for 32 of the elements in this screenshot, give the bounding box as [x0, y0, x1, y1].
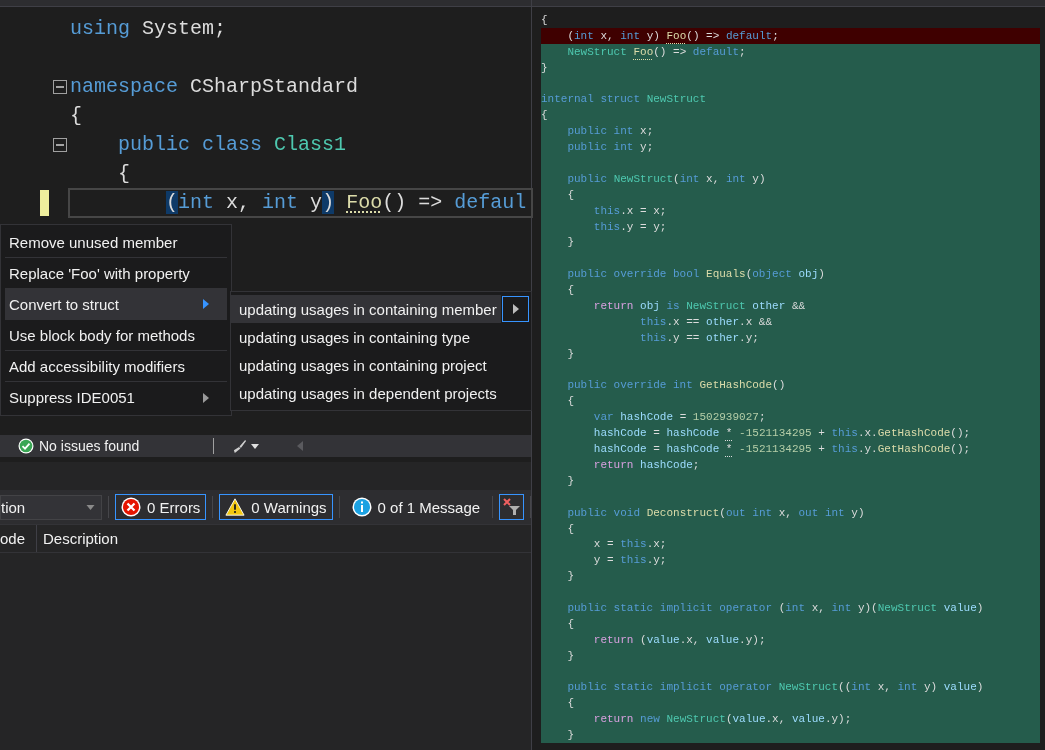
- code-line: (int x, int y) Foo() => defaul: [70, 189, 531, 216]
- brush-icon[interactable]: [232, 438, 248, 454]
- menu-item[interactable]: updating usages in containing member: [231, 295, 501, 323]
- menu-item[interactable]: Add accessibility modifiers: [5, 351, 227, 382]
- menu-item[interactable]: Suppress IDE0051: [5, 382, 227, 413]
- column-header[interactable]: ode: [0, 525, 37, 552]
- menu-item[interactable]: updating usages in containing project: [231, 351, 501, 379]
- menu-item[interactable]: updating usages in containing type: [231, 323, 501, 351]
- caret-icon[interactable]: [251, 443, 260, 449]
- issues-status[interactable]: No issues found: [39, 438, 140, 454]
- clear-filter-icon[interactable]: [499, 494, 525, 520]
- messages-filter-button[interactable]: 0 of 1 Message: [345, 494, 487, 520]
- code-line: namespace CSharpStandard: [70, 73, 359, 100]
- code-line: using System;: [70, 15, 227, 42]
- column-header[interactable]: Description: [37, 525, 119, 552]
- code-line: {: [117, 160, 131, 187]
- menu-item[interactable]: updating usages in dependent projects: [231, 379, 501, 407]
- menu-item[interactable]: Remove unused member: [5, 227, 227, 258]
- code-line: {: [70, 102, 82, 129]
- menu-item[interactable]: Convert to struct: [5, 289, 227, 320]
- error-icon: [121, 497, 142, 517]
- warning-icon: [225, 497, 246, 517]
- warnings-filter-button[interactable]: 0 Warnings: [219, 494, 333, 520]
- errors-filter-button[interactable]: 0 Errors: [115, 494, 207, 520]
- menu-item[interactable]: Use block body for methods: [5, 320, 227, 351]
- scope-dropdown[interactable]: tion: [0, 494, 103, 520]
- code-line: public class Class1: [117, 131, 347, 158]
- caret-icon: [86, 504, 96, 510]
- collapse-icon[interactable]: [52, 137, 67, 152]
- info-icon: [351, 497, 372, 517]
- check-icon: [18, 438, 34, 454]
- collapse-icon[interactable]: [52, 79, 67, 94]
